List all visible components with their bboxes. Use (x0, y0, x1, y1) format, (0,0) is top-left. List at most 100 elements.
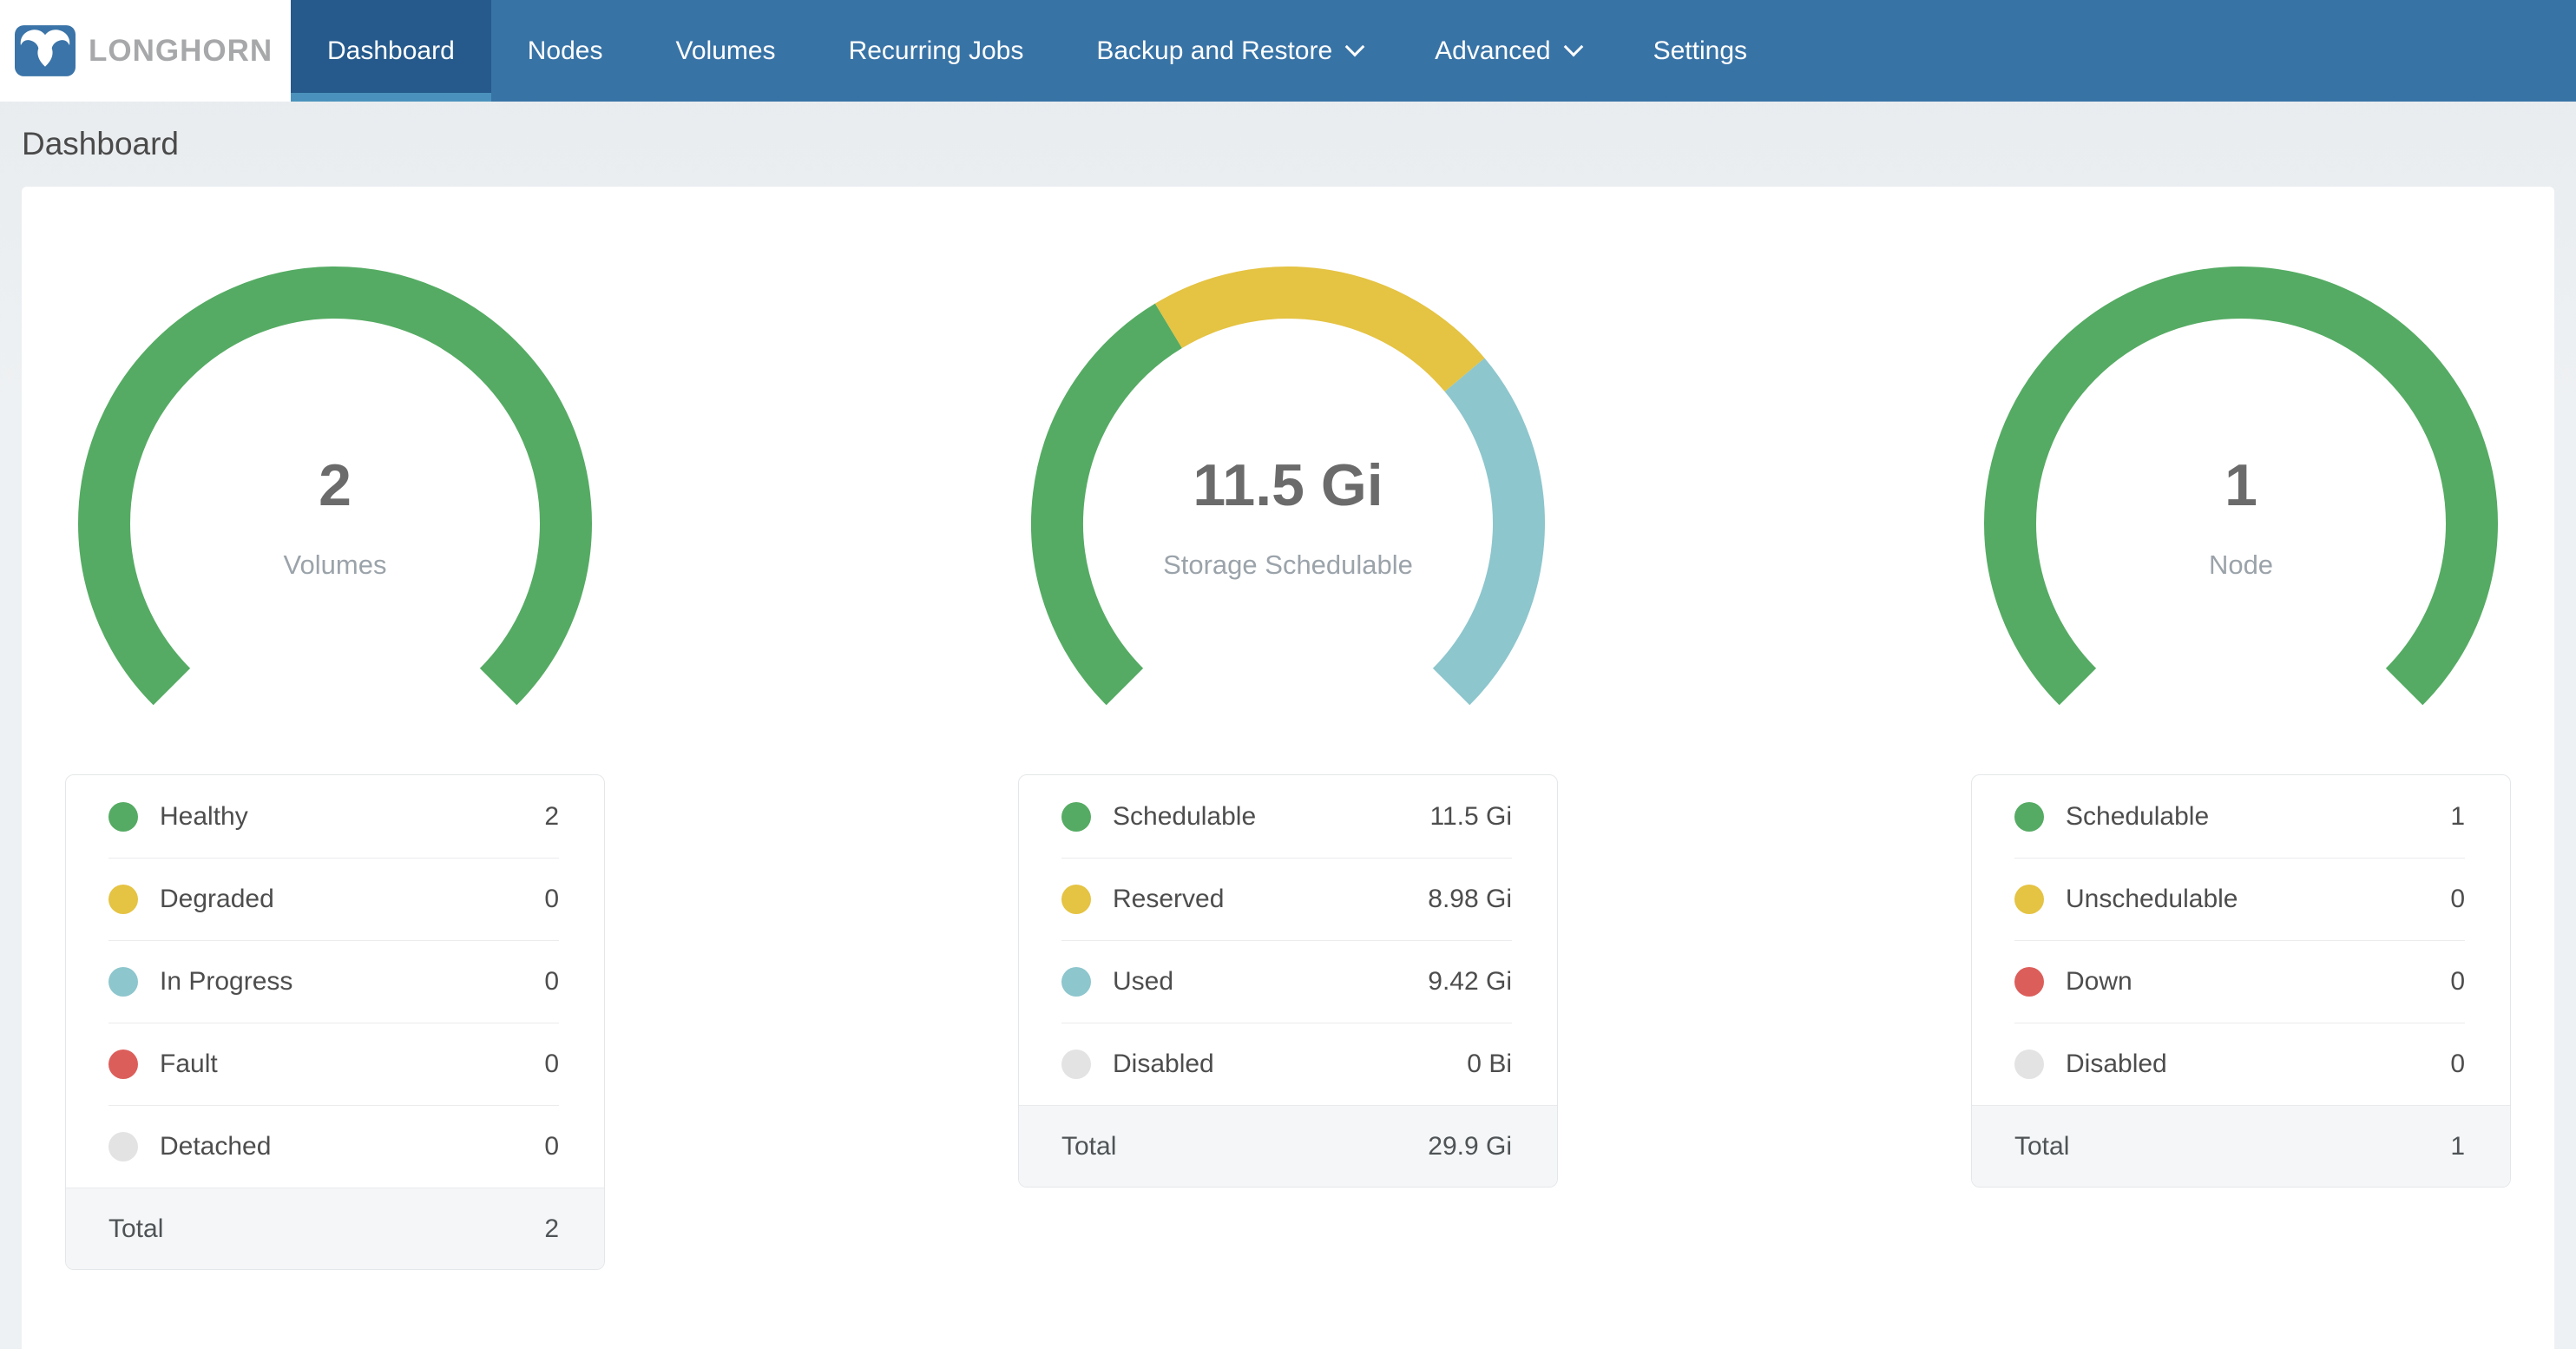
nav-item-nodes[interactable]: Nodes (491, 0, 640, 102)
legend-row-disabled: Disabled 0 Bi (1019, 1023, 1557, 1105)
legend-value: 0 (2450, 1050, 2465, 1079)
legend-total-row: Total 29.9 Gi (1019, 1105, 1557, 1187)
legend-dot-healthy (108, 802, 138, 832)
legend-row-in-progress: In Progress 0 (66, 940, 604, 1023)
nav-menu: Dashboard Nodes Volumes Recurring Jobs B… (291, 0, 1784, 102)
gauge-segment-schedulable (1057, 326, 1168, 687)
nav-item-advanced[interactable]: Advanced (1398, 0, 1616, 102)
legend-dot-schedulable (1061, 802, 1091, 832)
legend-dot-degraded (108, 885, 138, 914)
donut-gauge: 2 Volumes (65, 263, 605, 784)
brand: LONGHORN (0, 0, 291, 102)
legend-total-value: 2 (544, 1214, 559, 1244)
legend-label: Reserved (1113, 885, 1428, 914)
legend-dot-detached (108, 1132, 138, 1161)
legend-label: Down (2066, 967, 2450, 997)
nav-item-label: Settings (1653, 36, 1747, 66)
legend-value: 0 Bi (1467, 1050, 1512, 1079)
legend-dot-down (2014, 967, 2044, 997)
brand-name: LONGHORN (89, 34, 273, 69)
gauge-arc-svg (1971, 263, 2511, 784)
legend-label: Schedulable (1113, 802, 1430, 832)
legend-row-degraded: Degraded 0 (66, 858, 604, 940)
chevron-down-icon (1563, 36, 1583, 56)
gauge-arc-svg (65, 263, 605, 784)
nav-item-backup-and-restore[interactable]: Backup and Restore (1060, 0, 1398, 102)
legend-label: Disabled (1113, 1050, 1467, 1079)
donut-gauge: 11.5 Gi Storage Schedulable (1018, 263, 1558, 784)
legend-value: 1 (2450, 802, 2465, 832)
legend-label: Unschedulable (2066, 885, 2450, 914)
legend-dot-disabled (1061, 1050, 1091, 1079)
nav-item-settings[interactable]: Settings (1617, 0, 1784, 102)
gauge-arc-svg (1018, 263, 1558, 784)
legend-rows: Healthy 2 Degraded 0 In Progress 0 Fault… (66, 775, 604, 1188)
legend-value: 0 (544, 885, 559, 914)
legend-dot-schedulable (2014, 802, 2044, 832)
nav-item-label: Backup and Restore (1096, 36, 1332, 66)
legend-total-label: Total (1061, 1132, 1428, 1161)
page-title: Dashboard (22, 126, 179, 162)
nav-item-label: Recurring Jobs (849, 36, 1024, 66)
legend-card: Schedulable 1 Unschedulable 0 Down 0 Dis… (1971, 774, 2511, 1188)
legend-row-reserved: Reserved 8.98 Gi (1019, 858, 1557, 940)
charts-container: 2 Volumes Healthy 2 Degraded 0 In Progre… (65, 187, 2511, 1270)
legend-label: Disabled (2066, 1050, 2450, 1079)
legend-total-label: Total (2014, 1132, 2450, 1161)
legend-row-fault: Fault 0 (66, 1023, 604, 1105)
legend-total-row: Total 2 (66, 1188, 604, 1269)
legend-row-disabled: Disabled 0 (1972, 1023, 2510, 1105)
legend-label: Fault (160, 1050, 544, 1079)
legend-total-label: Total (108, 1214, 544, 1244)
legend-dot-in-progress (108, 967, 138, 997)
legend-label: In Progress (160, 967, 544, 997)
legend-dot-fault (108, 1050, 138, 1079)
legend-label: Used (1113, 967, 1428, 997)
nav-item-label: Volumes (675, 36, 775, 66)
gauge-segment-used (1451, 375, 1519, 687)
legend-value: 0 (2450, 967, 2465, 997)
legend-row-detached: Detached 0 (66, 1105, 604, 1188)
legend-dot-disabled (2014, 1050, 2044, 1079)
longhorn-logo-icon (15, 25, 76, 76)
legend-label: Healthy (160, 802, 544, 832)
legend-value: 11.5 Gi (1430, 802, 1513, 832)
legend-row-down: Down 0 (1972, 940, 2510, 1023)
legend-rows: Schedulable 11.5 Gi Reserved 8.98 Gi Use… (1019, 775, 1557, 1105)
legend-total-value: 29.9 Gi (1428, 1132, 1512, 1161)
legend-dot-used (1061, 967, 1091, 997)
legend-value: 9.42 Gi (1428, 967, 1512, 997)
legend-label: Degraded (160, 885, 544, 914)
chevron-down-icon (1345, 36, 1365, 56)
gauge-segment-healthy (104, 293, 566, 687)
gauge-segment-schedulable (2010, 293, 2472, 687)
legend-row-used: Used 9.42 Gi (1019, 940, 1557, 1023)
legend-total-row: Total 1 (1972, 1105, 2510, 1187)
legend-dot-unschedulable (2014, 885, 2044, 914)
legend-label: Schedulable (2066, 802, 2450, 832)
gauge-chart-volumes: 2 Volumes Healthy 2 Degraded 0 In Progre… (65, 263, 605, 1270)
legend-value: 0 (544, 967, 559, 997)
nav-item-label: Dashboard (327, 36, 455, 66)
legend-card: Schedulable 11.5 Gi Reserved 8.98 Gi Use… (1018, 774, 1558, 1188)
legend-row-healthy: Healthy 2 (66, 775, 604, 858)
legend-value: 0 (544, 1132, 559, 1161)
legend-value: 0 (2450, 885, 2465, 914)
navbar: LONGHORN Dashboard Nodes Volumes Recurri… (0, 0, 2576, 102)
legend-value: 0 (544, 1050, 559, 1079)
content-card: 2 Volumes Healthy 2 Degraded 0 In Progre… (22, 187, 2554, 1349)
gauge-segment-reserved (1168, 293, 1464, 375)
nav-item-volumes[interactable]: Volumes (639, 0, 812, 102)
legend-rows: Schedulable 1 Unschedulable 0 Down 0 Dis… (1972, 775, 2510, 1105)
legend-value: 8.98 Gi (1428, 885, 1512, 914)
legend-row-schedulable: Schedulable 1 (1972, 775, 2510, 858)
legend-value: 2 (544, 802, 559, 832)
legend-total-value: 1 (2450, 1132, 2465, 1161)
legend-row-unschedulable: Unschedulable 0 (1972, 858, 2510, 940)
legend-card: Healthy 2 Degraded 0 In Progress 0 Fault… (65, 774, 605, 1270)
nav-item-label: Nodes (528, 36, 603, 66)
nav-item-dashboard[interactable]: Dashboard (291, 0, 491, 102)
gauge-chart-storage-schedulable: 11.5 Gi Storage Schedulable Schedulable … (1018, 263, 1558, 1270)
gauge-chart-node: 1 Node Schedulable 1 Unschedulable 0 Dow… (1971, 263, 2511, 1270)
nav-item-recurring-jobs[interactable]: Recurring Jobs (812, 0, 1061, 102)
